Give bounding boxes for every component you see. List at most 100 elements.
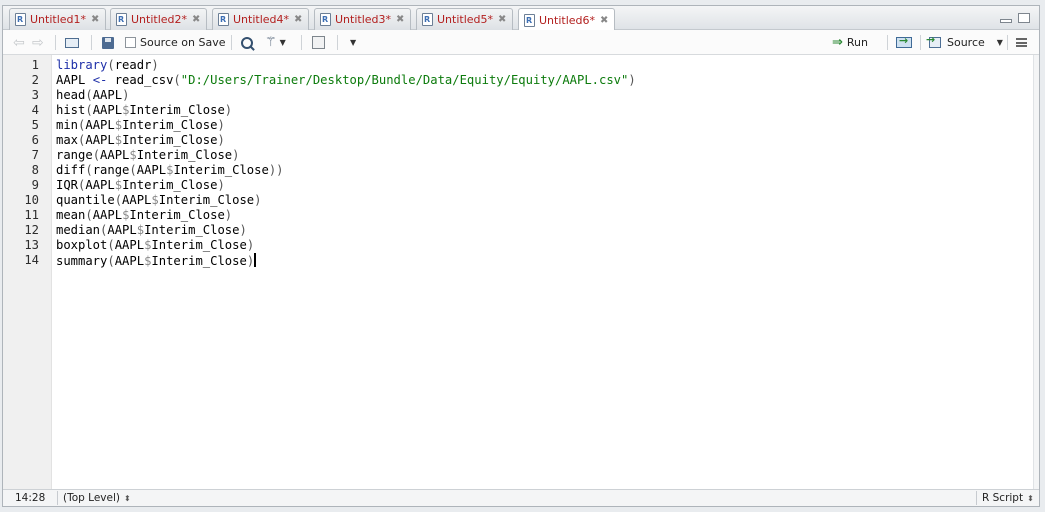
line-number: 6 (31, 133, 39, 147)
line-code[interactable]: head(AAPL) (56, 88, 129, 103)
status-divider (57, 491, 58, 505)
line-code[interactable]: hist(AAPL$Interim_Close) (56, 103, 232, 118)
source-editor-pane: Untitled1* ✖ Untitled2* ✖ Untitled4* ✖ U… (2, 5, 1040, 507)
line-number: 8 (31, 163, 39, 177)
close-tab-icon[interactable]: ✖ (498, 14, 506, 25)
line-code[interactable]: library(readr) (56, 58, 159, 73)
close-tab-icon[interactable]: ✖ (294, 14, 302, 25)
save-icon[interactable] (102, 34, 114, 51)
run-button[interactable]: ⇒ Run (832, 34, 868, 51)
toolbar-divider (920, 35, 921, 50)
line-code[interactable]: mean(AAPL$Interim_Close) (56, 208, 232, 223)
line-number: 7 (31, 148, 39, 162)
line-code[interactable]: max(AAPL$Interim_Close) (56, 133, 225, 148)
toolbar-divider (337, 35, 338, 50)
tab-label: Untitled4* (233, 13, 290, 26)
show-in-new-window-icon[interactable] (65, 34, 79, 51)
magic-wand-icon[interactable]: ⚚ ▼ (265, 34, 286, 51)
editor-status-bar: 14:28 (Top Level) ⬍ R Script ⬍ (3, 489, 1039, 506)
source-on-save-toggle[interactable]: Source on Save (125, 34, 225, 51)
line-number: 10 (24, 193, 39, 207)
notebook-icon[interactable] (312, 34, 325, 51)
tab-untitled1[interactable]: Untitled1* ✖ (9, 8, 106, 30)
up-down-chevron-icon: ⬍ (123, 494, 131, 503)
line-number: 3 (31, 88, 39, 102)
minimize-pane-icon[interactable] (1000, 19, 1012, 23)
toolbar-divider (1007, 35, 1008, 50)
vertical-scrollbar[interactable] (1033, 55, 1039, 489)
line-number: 9 (31, 178, 39, 192)
more-options-dropdown[interactable]: ▼ (347, 34, 356, 51)
rerun-icon[interactable] (896, 34, 912, 51)
chevron-down-icon: ▼ (279, 38, 286, 47)
tab-label: Untitled2* (131, 13, 188, 26)
r-file-icon (320, 13, 331, 26)
line-code[interactable]: diff(range(AAPL$Interim_Close)) (56, 163, 284, 178)
scope-label: (Top Level) (63, 492, 120, 504)
tab-untitled4[interactable]: Untitled4* ✖ (212, 8, 309, 30)
tab-label: Untitled1* (30, 13, 87, 26)
line-number: 11 (24, 208, 39, 222)
search-icon[interactable] (241, 34, 253, 51)
scope-selector[interactable]: (Top Level) ⬍ (63, 491, 131, 505)
toolbar-divider (55, 35, 56, 50)
line-code[interactable]: median(AAPL$Interim_Close) (56, 223, 247, 238)
status-divider (976, 491, 977, 505)
run-arrow-icon: ⇒ (832, 35, 843, 50)
line-code[interactable]: AAPL <- read_csv("D:/Users/Trainer/Deskt… (56, 73, 636, 88)
tab-untitled2[interactable]: Untitled2* ✖ (110, 8, 207, 30)
line-code[interactable]: summary(AAPL$Interim_Close) (56, 253, 257, 269)
code-editor[interactable]: 1 library(readr) 2 AAPL <- read_csv("D:/Use… (3, 55, 1039, 489)
back-arrow-icon[interactable]: ⇦ (13, 34, 25, 51)
r-file-icon (15, 13, 26, 26)
chevron-down-icon: ▼ (996, 38, 1003, 47)
close-tab-icon[interactable]: ✖ (396, 14, 404, 25)
up-down-chevron-icon: ⬍ (1027, 494, 1034, 503)
r-file-icon (524, 13, 535, 27)
editor-toolbar: ⇦ ⇨ Source on Save ⚚ ▼ ▼ ⇒ Run → → Sourc… (3, 30, 1039, 55)
line-number: 4 (31, 103, 39, 117)
line-number: 2 (31, 73, 39, 87)
close-tab-icon[interactable]: ✖ (192, 14, 200, 25)
toolbar-divider (301, 35, 302, 50)
cursor-position: 14:28 (15, 492, 46, 504)
source-button[interactable]: Source ▼ (926, 33, 1003, 51)
line-number: 1 (31, 58, 39, 72)
line-number: 12 (24, 223, 39, 237)
line-number: 14 (24, 253, 39, 267)
line-code[interactable]: IQR(AAPL$Interim_Close) (56, 178, 225, 193)
tab-label: Untitled3* (335, 13, 392, 26)
run-label: Run (846, 36, 868, 49)
line-code[interactable]: range(AAPL$Interim_Close) (56, 148, 239, 163)
tab-label: Untitled5* (437, 13, 494, 26)
chevron-down-icon: ▼ (350, 38, 357, 47)
tab-untitled5[interactable]: Untitled5* ✖ (416, 8, 513, 30)
toolbar-divider (887, 35, 888, 50)
file-type-label: R Script (982, 492, 1024, 504)
toolbar-divider (91, 35, 92, 50)
editor-tab-bar: Untitled1* ✖ Untitled2* ✖ Untitled4* ✖ U… (3, 6, 1039, 31)
source-on-save-checkbox[interactable] (125, 37, 136, 48)
line-number: 5 (31, 118, 39, 132)
line-code[interactable]: min(AAPL$Interim_Close) (56, 118, 225, 133)
file-type-selector[interactable]: R Script ⬍ (982, 491, 1034, 505)
source-on-save-label: Source on Save (140, 36, 226, 49)
close-tab-icon[interactable]: ✖ (600, 15, 608, 26)
maximize-pane-icon[interactable] (1018, 13, 1030, 23)
r-file-icon (116, 13, 127, 26)
r-file-icon (218, 13, 229, 26)
r-file-icon (422, 13, 433, 26)
forward-arrow-icon[interactable]: ⇨ (32, 34, 44, 51)
source-icon (926, 33, 941, 48)
close-tab-icon[interactable]: ✖ (91, 14, 99, 25)
source-label: Source (947, 36, 985, 49)
tab-untitled3[interactable]: Untitled3* ✖ (314, 8, 411, 30)
tab-label: Untitled6* (539, 13, 596, 27)
text-cursor (254, 253, 257, 267)
line-code[interactable]: quantile(AAPL$Interim_Close) (56, 193, 261, 208)
line-number: 13 (24, 238, 39, 252)
outline-icon[interactable] (1016, 34, 1027, 51)
toolbar-divider (231, 35, 232, 50)
tab-untitled6[interactable]: Untitled6* ✖ (518, 8, 615, 31)
line-code[interactable]: boxplot(AAPL$Interim_Close) (56, 238, 254, 253)
